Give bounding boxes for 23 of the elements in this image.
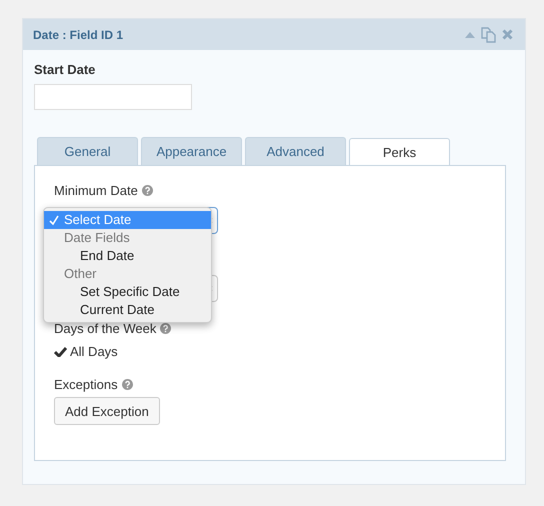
tab[interactable]: Appearance [141, 137, 242, 165]
help-icon[interactable] [122, 378, 133, 390]
tab[interactable]: General [37, 137, 138, 165]
help-icon[interactable] [160, 322, 172, 334]
date-input[interactable] [34, 84, 192, 110]
menu-option[interactable]: Set Specific Date [44, 283, 211, 301]
menu-option[interactable]: End Date [44, 247, 211, 265]
add-exception-button[interactable]: Add Exception [54, 397, 160, 425]
duplicate-icon[interactable] [481, 26, 496, 42]
panel-title: Date : Field ID 1 [33, 28, 124, 42]
menu-option[interactable]: Current Date [44, 301, 211, 319]
tab[interactable]: Perks [349, 138, 450, 166]
menu-group-label: Date Fields [63, 229, 131, 247]
setting-label: Exceptions [54, 376, 118, 392]
menu-group-label: Other [63, 265, 98, 283]
close-icon[interactable] [502, 29, 513, 40]
days-value: All Days [70, 344, 118, 358]
tab[interactable]: Advanced [245, 137, 346, 165]
setting-label: Minimum Date [54, 182, 138, 198]
setting-label: Days of the Week [54, 320, 156, 336]
field-label: Start Date [34, 62, 96, 77]
help-icon[interactable] [142, 184, 153, 196]
collapse-icon[interactable] [465, 32, 475, 38]
